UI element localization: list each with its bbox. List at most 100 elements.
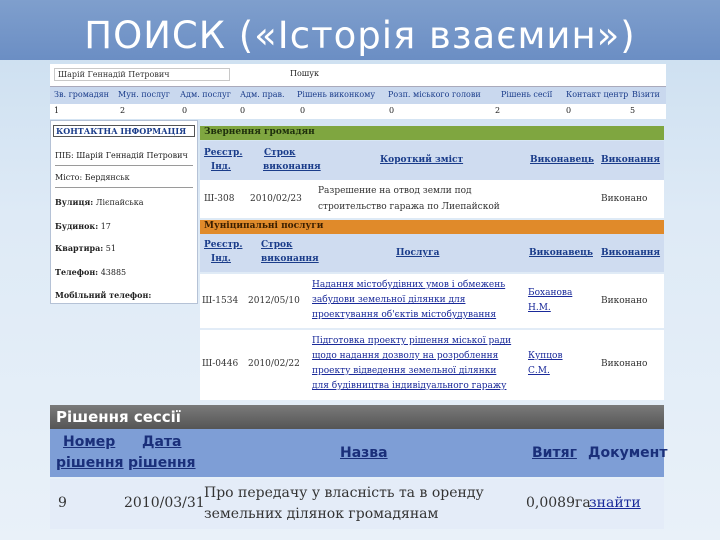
decision-name-line-1: Про передачу у власність та в оренду (204, 485, 484, 501)
appeals-section-header: Звернення громадян (200, 126, 664, 140)
term-date: 2010/02/23 (250, 194, 302, 204)
service-link-line-1[interactable]: Підготовка проекту рішення міської ради (312, 334, 511, 348)
col-reg[interactable]: Реєстр. (204, 148, 242, 159)
summary-line-2: строительство гаража по Лиепайской (318, 202, 500, 212)
service-link-line-4[interactable]: для будівництва індивідуального гаражу (312, 379, 506, 393)
city-text: Місто: Бердянськ (55, 173, 130, 182)
contact-panel: КОНТАКТНА ІНФОРМАЦІЯ ПІБ: Шарій Геннадій… (50, 120, 198, 304)
session-column-header: Номер рішення Дата рішення Назва Витяг Д… (50, 429, 668, 477)
col-number-decision[interactable]: рішення (56, 455, 124, 471)
divider (55, 165, 193, 166)
document-link[interactable]: знайти (589, 495, 641, 511)
col-appeals[interactable]: Зв. громадян (54, 90, 109, 99)
extract-value: 0,0089га (526, 495, 591, 511)
col-executive[interactable]: Рішень виконкому (297, 90, 375, 99)
phone-value: 43885 (100, 268, 127, 277)
count-cell: 5 (630, 106, 636, 115)
apartment-label: Квартира: (55, 243, 104, 253)
count-cell: 0 (389, 106, 395, 115)
executor-link[interactable]: Боханова (528, 286, 572, 300)
col-term-execution[interactable]: виконання (263, 162, 321, 173)
decision-date: 2010/03/31 (124, 495, 205, 511)
reg-id: Ш-1534 (202, 296, 239, 306)
col-execution[interactable]: Виконання (601, 248, 660, 259)
services-column-header: Реєстр. Інд. Строк виконання Послуга Вик… (200, 234, 664, 272)
col-contact-center[interactable]: Контакт центр (566, 90, 628, 99)
service-link-line-2[interactable]: щодо надання дозволу на розроблення (312, 349, 498, 363)
status-text: Виконано (601, 194, 648, 204)
apartment-value: 51 (105, 244, 116, 253)
count-cell: 0 (300, 106, 306, 115)
session-section-header: Рішення сессії (50, 405, 664, 429)
reg-id: Ш-308 (204, 194, 235, 204)
col-session[interactable]: Рішень сесії (501, 90, 552, 99)
mobile-label: Мобільний телефон: (55, 290, 152, 300)
service-link-line-3[interactable]: проектування об'єктів містобудування (312, 308, 496, 322)
col-service[interactable]: Послуга (396, 248, 439, 259)
col-term-execution[interactable]: виконання (261, 254, 319, 265)
house-line: Будинок: 17 (55, 221, 111, 231)
col-date[interactable]: Дата (142, 434, 181, 450)
services-section-header: Муніципальні послуги (200, 220, 664, 234)
house-label: Будинок: (55, 221, 99, 231)
col-date-decision[interactable]: рішення (128, 455, 196, 471)
table-row[interactable]: Ш-0446 2010/02/22 Підготовка проекту ріш… (200, 330, 664, 400)
status-text: Виконано (601, 296, 648, 306)
count-cell: 0 (182, 106, 188, 115)
col-admin-services[interactable]: Адм. послуг (180, 90, 231, 99)
col-term[interactable]: Строк (264, 148, 296, 159)
count-cell: 0 (566, 106, 572, 115)
phone-line: Телефон: 43885 (55, 267, 126, 277)
count-cell: 1 (54, 106, 60, 115)
col-name[interactable]: Назва (340, 445, 388, 461)
reg-id: Ш-0446 (202, 359, 239, 369)
col-ind[interactable]: Інд. (211, 254, 231, 265)
apartment-line: Квартира: 51 (55, 243, 116, 253)
col-extract[interactable]: Витяг (532, 445, 577, 461)
col-summary[interactable]: Короткий зміст (380, 155, 463, 166)
service-link-line-2[interactable]: забудови земельної ділянки для (312, 293, 465, 307)
appeals-column-header: Реєстр. Інд. Строк виконання Короткий зм… (200, 141, 664, 180)
table-row[interactable]: Ш-308 2010/02/23 Разрешение на отвод зем… (200, 180, 664, 218)
col-execution[interactable]: Виконання (601, 155, 660, 166)
col-document: Документ (588, 445, 668, 461)
divider (55, 187, 193, 188)
search-button[interactable]: Пошук (290, 69, 319, 78)
house-value: 17 (100, 222, 111, 231)
col-municipal[interactable]: Мун. послуг (118, 90, 170, 99)
count-cell: 2 (495, 106, 501, 115)
col-visits[interactable]: Візити (632, 90, 660, 99)
street-label: Вулиця: (55, 197, 94, 207)
table-row[interactable]: 9 2010/03/31 Про передачу у власність та… (50, 479, 664, 529)
executor-link-initials[interactable]: Н.М. (528, 301, 551, 315)
executor-link-initials[interactable]: С.М. (528, 364, 550, 378)
summary-header-row: Зв. громадян Мун. послуг Адм. послуг Адм… (50, 86, 666, 104)
term-date: 2010/02/22 (248, 359, 300, 369)
street-line: Вулиця: Лієпайська (55, 197, 144, 207)
col-executor[interactable]: Виконавець (530, 155, 594, 166)
service-link-line-1[interactable]: Надання містобудівних умов і обмежень (312, 278, 505, 292)
person-name-field[interactable]: Шарій Геннадій Петрович (54, 68, 230, 81)
col-reg[interactable]: Реєстр. (204, 240, 242, 251)
col-ind[interactable]: Інд. (211, 162, 231, 173)
decision-name-line-2: земельних ділянок громадянам (204, 506, 439, 522)
col-executor[interactable]: Виконавець (529, 248, 593, 259)
col-term[interactable]: Строк (261, 240, 293, 251)
status-text: Виконано (601, 359, 648, 369)
col-admin-law[interactable]: Адм. прав. (240, 90, 285, 99)
pib-text: ПІБ: Шарій Геннадій Петрович (55, 151, 188, 160)
phone-label: Телефон: (55, 267, 99, 277)
street-value: Лієпайська (95, 198, 144, 207)
count-cell: 0 (240, 106, 246, 115)
service-link-line-3[interactable]: проекту відведення земельної ділянки (312, 364, 496, 378)
search-strip: Шарій Геннадій Петрович Пошук Зв. громад… (50, 64, 666, 119)
contact-header: КОНТАКТНА ІНФОРМАЦІЯ (53, 125, 195, 137)
count-cell: 2 (120, 106, 126, 115)
table-row[interactable]: Ш-1534 2012/05/10 Надання містобудівних … (200, 274, 664, 328)
mobile-line: Мобільний телефон: (55, 290, 151, 300)
summary-line-1: Разрешение на отвод земли под (318, 186, 472, 196)
col-number[interactable]: Номер (63, 434, 115, 450)
decision-number: 9 (58, 495, 67, 511)
col-mayor[interactable]: Розп. міського голови (388, 90, 481, 99)
executor-link[interactable]: Купцов (528, 349, 563, 363)
